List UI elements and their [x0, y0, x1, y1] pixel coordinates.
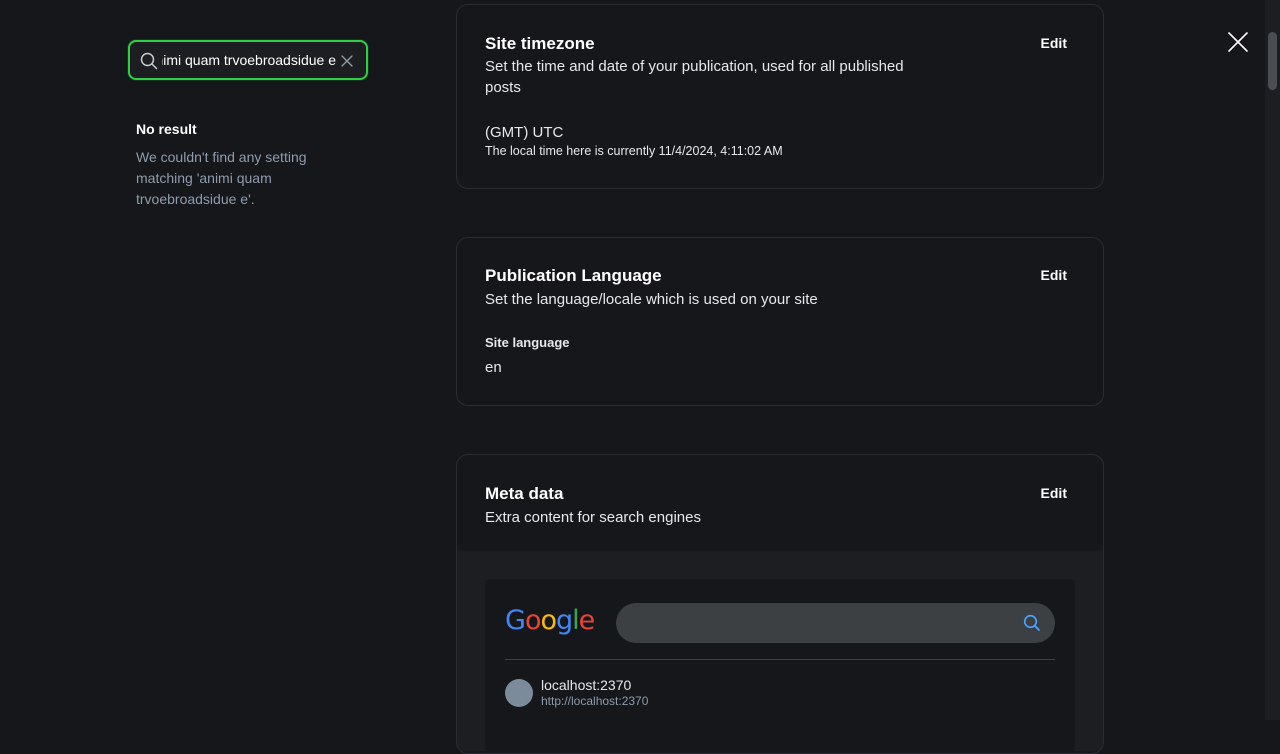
- google-logo-letter: o: [524, 605, 542, 636]
- settings-sidebar: No result We couldn't find any setting m…: [0, 0, 420, 720]
- google-logo: Google: [505, 605, 596, 636]
- preview-site-url: http://localhost:2370: [541, 694, 649, 708]
- edit-meta-button[interactable]: Edit: [1041, 485, 1067, 501]
- scrollbar-thumb[interactable]: [1268, 32, 1277, 90]
- timezone-value: (GMT) UTC: [485, 124, 564, 141]
- site-language-label: Site language: [485, 335, 570, 350]
- google-search-bar: [616, 603, 1055, 643]
- search-icon: [1023, 614, 1040, 631]
- google-logo-letter: g: [556, 605, 573, 636]
- card-title: Site timezone: [485, 34, 595, 53]
- favicon-icon: [505, 679, 533, 707]
- publication-language-card: Publication Language Edit Set the langua…: [456, 237, 1104, 406]
- card-description: Extra content for search engines: [485, 509, 701, 526]
- card-description: Set the language/locale which is used on…: [485, 291, 818, 308]
- scrollbar-track[interactable]: [1265, 0, 1280, 720]
- no-result-message: We couldn't find any setting matching 'a…: [136, 149, 307, 207]
- search-preview-area: Google localhost:2370 http://localhost:2…: [457, 551, 1103, 753]
- site-timezone-card: Site timezone Edit Set the time and date…: [456, 4, 1104, 189]
- card-title: Meta data: [485, 484, 564, 503]
- search-field[interactable]: [128, 40, 368, 80]
- close-icon[interactable]: [1226, 30, 1250, 54]
- no-result-title: No result: [136, 121, 197, 137]
- search-icon: [140, 52, 158, 70]
- meta-data-card: Meta data Edit Extra content for search …: [456, 454, 1104, 754]
- google-logo-letter: o: [540, 605, 557, 636]
- preview-site-name: localhost:2370: [541, 677, 632, 693]
- google-logo-letter: G: [505, 605, 526, 636]
- preview-divider: [505, 659, 1055, 660]
- edit-timezone-button[interactable]: Edit: [1041, 35, 1067, 51]
- local-time-text: The local time here is currently 11/4/20…: [485, 144, 783, 158]
- site-language-value: en: [485, 359, 502, 376]
- search-input[interactable]: [162, 42, 336, 78]
- google-preview: Google localhost:2370 http://localhost:2…: [485, 579, 1075, 753]
- card-title: Publication Language: [485, 266, 662, 285]
- card-description: Set the time and date of your publicatio…: [485, 58, 904, 96]
- edit-language-button[interactable]: Edit: [1041, 267, 1067, 283]
- google-logo-letter: e: [578, 605, 596, 636]
- clear-search-icon[interactable]: [340, 54, 354, 68]
